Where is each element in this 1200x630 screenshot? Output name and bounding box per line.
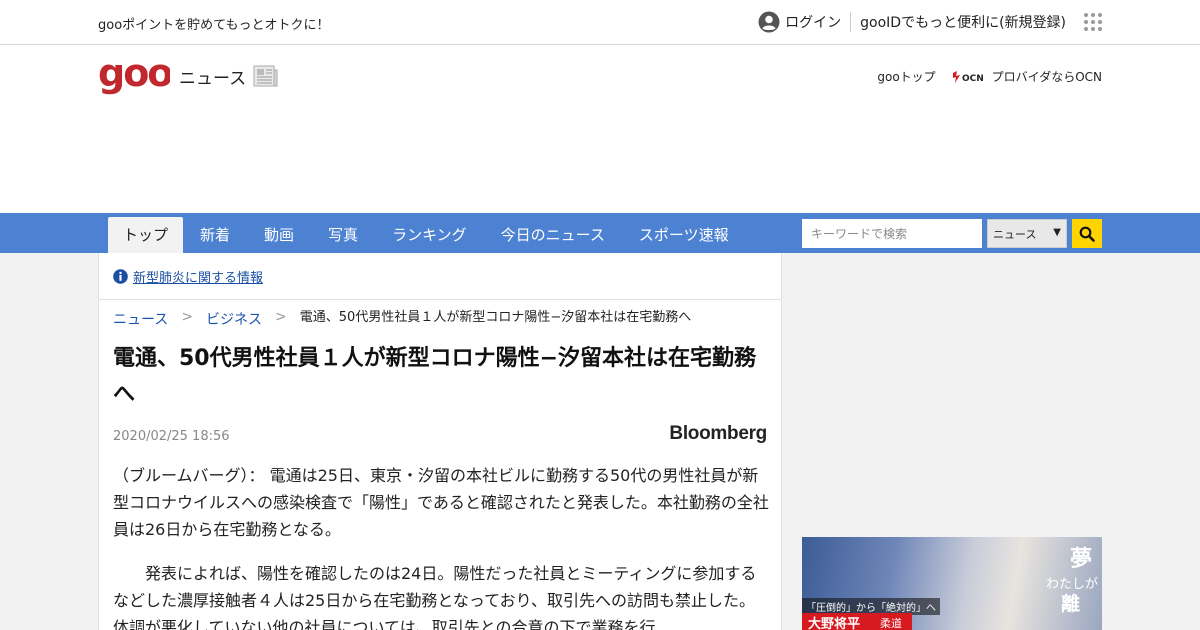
tab-sports-live[interactable]: スポーツ速報 (622, 217, 746, 253)
header-links: gooトップ OCN プロバイダならOCN (877, 68, 1102, 85)
search-scope-value: ニュース (993, 227, 1037, 241)
article-title: 電通、50代男性社員１人が新型コロナ陽性−汐留本社は在宅勤務へ (113, 346, 757, 407)
newspaper-icon (253, 65, 278, 87)
site-logo[interactable]: goo ニュース (98, 56, 278, 96)
search-button[interactable] (1072, 219, 1102, 248)
article-date: 2020/02/25 18:56 (113, 429, 230, 444)
login-label: ログイン (785, 15, 842, 31)
advertisement-banner[interactable]: 夢 わたしが 離 「圧倒的」から「絶対的」へ 大野将平 柔道 (802, 537, 1102, 630)
login-link[interactable]: ログイン (758, 11, 852, 33)
ad-athlete-name: 大野将平 (808, 617, 861, 630)
covid-info-link[interactable]: 新型肺炎に関する情報 (133, 267, 263, 286)
breadcrumb-current: 電通、50代男性社員１人が新型コロナ陽性−汐留本社は在宅勤務へ (299, 310, 692, 325)
goo-logo-text: goo (98, 56, 170, 95)
goo-logo: goo (98, 56, 170, 95)
breadcrumb-news[interactable]: ニュース (113, 309, 168, 329)
bloomberg-logo[interactable]: Bloomberg (669, 423, 767, 445)
goo-top-link[interactable]: gooトップ (877, 68, 935, 85)
tab-photo[interactable]: 写真 (311, 217, 375, 253)
breadcrumb-business[interactable]: ビジネス (206, 309, 262, 329)
search-icon (1079, 226, 1095, 242)
ad-sport: 柔道 (880, 617, 902, 630)
info-icon (113, 268, 128, 284)
tab-video[interactable]: 動画 (247, 217, 311, 253)
tab-todays-news[interactable]: 今日のニュース (484, 217, 622, 253)
ad-headline-2: 離 (1060, 593, 1080, 615)
breadcrumb-separator-icon: > (275, 309, 287, 325)
nav-tabs: トップ 新着 動画 写真 ランキング 今日のニュース スポーツ速報 (108, 217, 746, 253)
article-paragraph: 発表によれば、陽性を確認したのは24日。陽性だった社員とミーティングに参加するな… (113, 564, 757, 630)
article-paragraph: （ブルームバーグ）： 電通は25日、東京・汐留の本社ビルに勤務する50代の男性社… (113, 466, 769, 539)
tab-ranking[interactable]: ランキング (375, 217, 484, 253)
ocn-link[interactable]: プロバイダならOCN (992, 68, 1102, 85)
breadcrumb-separator-icon: > (181, 309, 194, 325)
section-label: ニュース (179, 68, 247, 89)
tab-top[interactable]: トップ (108, 217, 184, 253)
tab-latest[interactable]: 新着 (183, 217, 247, 253)
utility-bar: gooポイントを貯めてもっとオトクに！ ログイン gooIDでもっと便利に(新規… (0, 0, 1200, 45)
app-grid-icon[interactable] (1084, 13, 1102, 31)
points-promo-link[interactable]: gooポイントを貯めてもっとオトクに！ (98, 14, 330, 33)
search-scope-select[interactable]: ニュース ▼ (987, 219, 1067, 248)
ocn-logo-text: OCN (962, 74, 984, 84)
caret-down-icon: ▼ (1053, 227, 1061, 238)
ad-headline: 夢 (1069, 546, 1092, 572)
global-nav: トップ 新着 動画 写真 ランキング 今日のニュース スポーツ速報 ニュース ▼ (0, 213, 1200, 253)
ocn-logo-icon: OCN (952, 70, 984, 84)
register-link[interactable]: gooIDでもっと便利に(新規登録) (860, 12, 1066, 32)
covid-notice: 新型肺炎に関する情報 (99, 253, 781, 300)
user-icon (758, 11, 780, 33)
search-input[interactable] (802, 219, 982, 248)
account-area: ログイン gooIDでもっと便利に(新規登録) (758, 0, 1102, 44)
article-panel: 新型肺炎に関する情報 ニュース > ビジネス > 電通、50代男性社員１人が新型… (98, 253, 782, 630)
breadcrumb: ニュース > ビジネス > 電通、50代男性社員１人が新型コロナ陽性−汐留本社は… (113, 309, 691, 329)
